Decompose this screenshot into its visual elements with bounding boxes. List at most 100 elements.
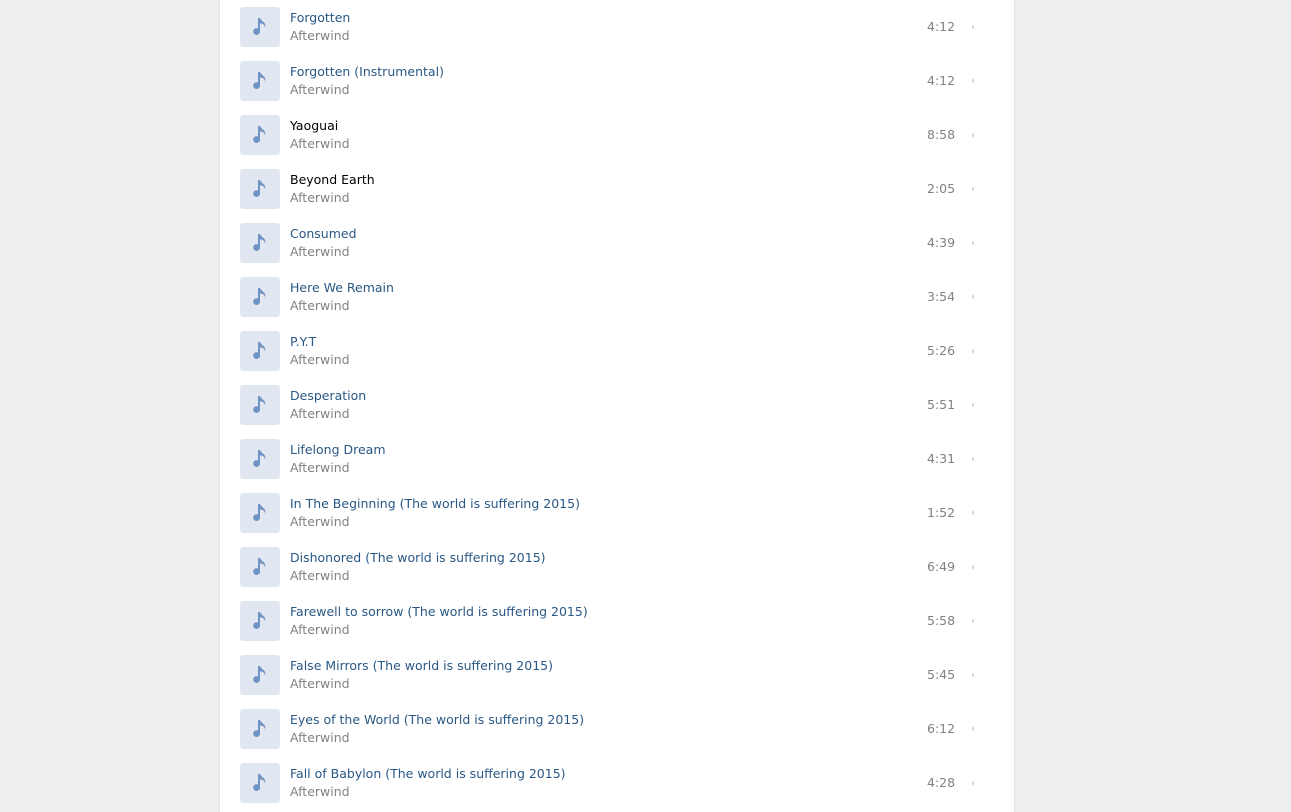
music-note-icon — [253, 504, 266, 522]
track-row[interactable]: Fall of Babylon (The world is suffering … — [240, 756, 995, 810]
track-duration: 6:49 — [927, 559, 956, 574]
music-note-icon — [253, 396, 266, 414]
track-title[interactable]: Consumed — [290, 226, 357, 242]
music-note-icon — [253, 180, 266, 198]
track-duration: 4:12 — [927, 73, 956, 88]
track-title[interactable]: Eyes of the World (The world is sufferin… — [290, 712, 584, 728]
row-edge-mark — [972, 511, 974, 515]
track-artist[interactable]: Afterwind — [290, 406, 350, 422]
track-cover[interactable] — [240, 439, 280, 479]
track-artist[interactable]: Afterwind — [290, 82, 350, 98]
track-title[interactable]: Here We Remain — [290, 280, 394, 296]
track-duration: 4:28 — [927, 775, 956, 790]
track-artist[interactable]: Afterwind — [290, 190, 350, 206]
track-title[interactable]: Forgotten — [290, 10, 350, 26]
track-artist[interactable]: Afterwind — [290, 676, 350, 692]
track-row[interactable]: Forgotten (Instrumental) Afterwind 4:12 — [240, 54, 995, 108]
row-edge-mark — [972, 673, 974, 677]
music-note-icon — [253, 18, 266, 36]
track-artist[interactable]: Afterwind — [290, 28, 350, 44]
track-artist[interactable]: Afterwind — [290, 568, 350, 584]
track-artist[interactable]: Afterwind — [290, 514, 350, 530]
track-cover[interactable] — [240, 7, 280, 47]
track-row[interactable]: P.Y.T Afterwind 5:26 — [240, 324, 995, 378]
track-title[interactable]: Forgotten (Instrumental) — [290, 64, 444, 80]
track-duration: 2:05 — [927, 181, 956, 196]
row-edge-mark — [972, 25, 974, 29]
music-note-icon — [253, 234, 266, 252]
track-artist[interactable]: Afterwind — [290, 244, 350, 260]
track-cover[interactable] — [240, 277, 280, 317]
track-artist[interactable]: Afterwind — [290, 298, 350, 314]
track-row[interactable]: Eyes of the World (The world is sufferin… — [240, 702, 995, 756]
audio-panel: Forgotten Afterwind 4:12 Forgotten (Inst… — [219, 0, 1015, 812]
track-row[interactable]: Lifelong Dream Afterwind 4:31 — [240, 432, 995, 486]
track-artist[interactable]: Afterwind — [290, 460, 350, 476]
row-edge-mark — [972, 79, 974, 83]
track-list: Forgotten Afterwind 4:12 Forgotten (Inst… — [240, 0, 995, 810]
track-row[interactable]: In The Beginning (The world is suffering… — [240, 486, 995, 540]
track-title[interactable]: P.Y.T — [290, 334, 316, 350]
track-row[interactable]: Forgotten Afterwind 4:12 — [240, 0, 995, 54]
row-edge-mark — [972, 187, 974, 191]
track-cover[interactable] — [240, 547, 280, 587]
track-cover[interactable] — [240, 331, 280, 371]
track-title[interactable]: Desperation — [290, 388, 366, 404]
music-note-icon — [253, 666, 266, 684]
track-row[interactable]: False Mirrors (The world is suffering 20… — [240, 648, 995, 702]
track-cover[interactable] — [240, 493, 280, 533]
track-cover[interactable] — [240, 223, 280, 263]
row-edge-mark — [972, 727, 974, 731]
track-row[interactable]: Yaoguai Afterwind 8:58 — [240, 108, 995, 162]
track-artist[interactable]: Afterwind — [290, 784, 350, 800]
track-duration: 5:45 — [927, 667, 956, 682]
track-duration: 4:12 — [927, 19, 956, 34]
row-edge-mark — [972, 241, 974, 245]
track-row[interactable]: Dishonored (The world is suffering 2015)… — [240, 540, 995, 594]
track-duration: 6:12 — [927, 721, 956, 736]
track-duration: 8:58 — [927, 127, 956, 142]
row-edge-mark — [972, 781, 974, 785]
track-artist[interactable]: Afterwind — [290, 352, 350, 368]
music-note-icon — [253, 450, 266, 468]
track-title[interactable]: False Mirrors (The world is suffering 20… — [290, 658, 553, 674]
track-title[interactable]: In The Beginning (The world is suffering… — [290, 496, 580, 512]
track-cover[interactable] — [240, 385, 280, 425]
track-duration: 4:31 — [927, 451, 956, 466]
track-artist[interactable]: Afterwind — [290, 136, 350, 152]
row-edge-mark — [972, 403, 974, 407]
music-note-icon — [253, 612, 266, 630]
track-duration: 4:39 — [927, 235, 956, 250]
track-cover[interactable] — [240, 763, 280, 803]
track-title[interactable]: Dishonored (The world is suffering 2015) — [290, 550, 546, 566]
track-duration: 3:54 — [927, 289, 956, 304]
music-note-icon — [253, 72, 266, 90]
music-note-icon — [253, 288, 266, 306]
track-title[interactable]: Yaoguai — [290, 118, 338, 134]
track-cover[interactable] — [240, 655, 280, 695]
track-cover[interactable] — [240, 709, 280, 749]
track-row[interactable]: Here We Remain Afterwind 3:54 — [240, 270, 995, 324]
track-cover[interactable] — [240, 61, 280, 101]
track-duration: 5:58 — [927, 613, 956, 628]
track-artist[interactable]: Afterwind — [290, 622, 350, 638]
row-edge-mark — [972, 457, 974, 461]
track-title[interactable]: Fall of Babylon (The world is suffering … — [290, 766, 566, 782]
track-cover[interactable] — [240, 169, 280, 209]
music-note-icon — [253, 126, 266, 144]
track-duration: 5:51 — [927, 397, 956, 412]
track-artist[interactable]: Afterwind — [290, 730, 350, 746]
track-row[interactable]: Beyond Earth Afterwind 2:05 — [240, 162, 995, 216]
track-row[interactable]: Farewell to sorrow (The world is sufferi… — [240, 594, 995, 648]
track-title[interactable]: Beyond Earth — [290, 172, 375, 188]
music-note-icon — [253, 342, 266, 360]
row-edge-mark — [972, 565, 974, 569]
track-cover[interactable] — [240, 601, 280, 641]
track-row[interactable]: Consumed Afterwind 4:39 — [240, 216, 995, 270]
row-edge-mark — [972, 619, 974, 623]
track-title[interactable]: Lifelong Dream — [290, 442, 386, 458]
music-note-icon — [253, 774, 266, 792]
track-row[interactable]: Desperation Afterwind 5:51 — [240, 378, 995, 432]
track-cover[interactable] — [240, 115, 280, 155]
track-title[interactable]: Farewell to sorrow (The world is sufferi… — [290, 604, 588, 620]
